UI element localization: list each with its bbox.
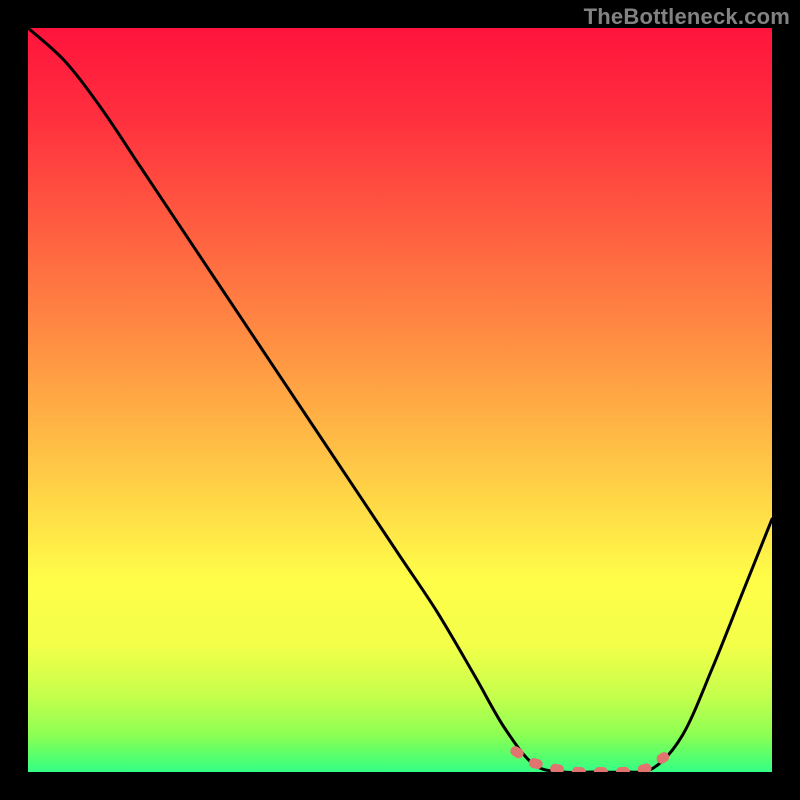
- chart-svg: [28, 28, 772, 772]
- bottleneck-curve: [28, 28, 772, 772]
- watermark-text: TheBottleneck.com: [584, 4, 790, 30]
- plot-area: [28, 28, 772, 772]
- optimal-range-marker: [515, 751, 664, 772]
- chart-frame: TheBottleneck.com: [0, 0, 800, 800]
